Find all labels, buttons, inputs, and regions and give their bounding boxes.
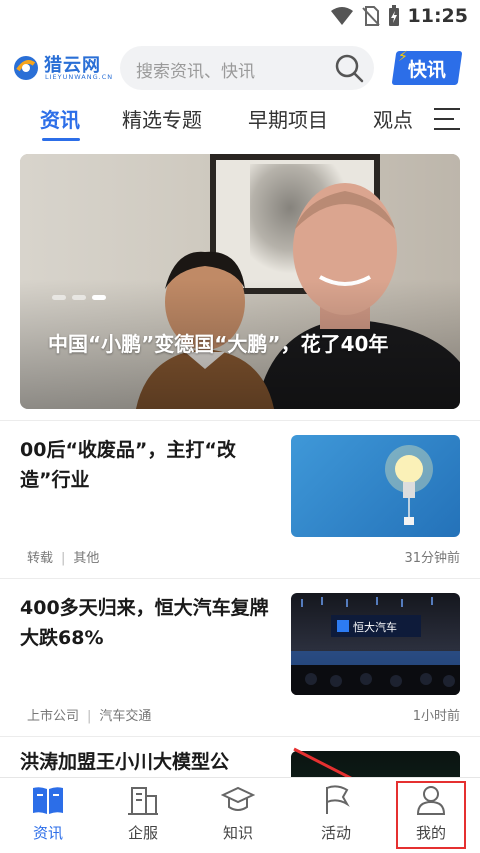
carousel-dots [52, 295, 106, 300]
news-tag: 汽车交通 [99, 709, 152, 724]
nav-zixun[interactable]: 资讯 [8, 784, 88, 843]
news-title[interactable]: 00后“收废品”，主打“改造”行业 [20, 435, 270, 495]
carousel-dot-active[interactable] [92, 295, 106, 300]
news-thumbnail-stage[interactable]: 恒大汽车 [291, 593, 460, 695]
carousel-dot[interactable] [52, 295, 66, 300]
battery-charging-icon [388, 5, 399, 26]
menu-icon[interactable] [432, 106, 462, 132]
news-tag: 其他 [73, 551, 100, 566]
tab-zixun[interactable]: 资讯 [40, 104, 80, 133]
news-item[interactable]: 洪涛加盟王小川大模型公 [0, 736, 480, 778]
status-time: 11:25 [407, 5, 468, 27]
news-title[interactable]: 洪涛加盟王小川大模型公 [20, 747, 270, 777]
lightbulb-icon [385, 445, 433, 525]
bolt-icon: ⚡ [398, 49, 408, 65]
nav-label: 资讯 [32, 824, 63, 842]
building-icon [128, 787, 158, 815]
tab-zaoqi[interactable]: 早期项目 [248, 104, 328, 133]
news-title[interactable]: 400多天归来，恒大汽车复牌大跌68% [20, 593, 270, 653]
header: 猎云网 LIEYUNWANG.CN 搜索资讯、快讯 快讯 ⚡ [0, 40, 480, 94]
news-time: 31分钟前 [404, 551, 460, 566]
nav-qifu[interactable]: 企服 [103, 784, 183, 843]
stage-image: 恒大汽车 [291, 597, 460, 695]
search-placeholder: 搜索资讯、快讯 [136, 62, 255, 82]
news-thumbnail-lightbulb[interactable] [291, 435, 460, 537]
wifi-icon [330, 7, 353, 25]
nav-label: 活动 [320, 824, 351, 842]
search-icon[interactable] [334, 53, 364, 83]
logo[interactable]: 猎云网 LIEYUNWANG.CN [12, 48, 116, 88]
news-meta: 转载 | 其他 [27, 551, 100, 566]
book-icon [33, 787, 63, 814]
logo-subtext: LIEYUNWANG.CN [45, 73, 114, 81]
carousel-dot[interactable] [72, 295, 86, 300]
tab-jingxuan[interactable]: 精选专题 [122, 104, 202, 133]
news-meta: 上市公司 | 汽车交通 [27, 709, 152, 724]
nav-label: 知识 [222, 824, 253, 842]
news-item[interactable]: 00后“收废品”，主打“改造”行业 转载 | 其他 31分钟前 [0, 420, 480, 578]
banner-carousel[interactable]: 中国“小鹏”变德国“大鹏”，花了40年 [20, 154, 460, 409]
category-tabs: 资讯 精选专题 早期项目 观点 [0, 96, 480, 144]
news-tag: 转载 [27, 551, 54, 566]
stage-sign-text: 恒大汽车 [353, 620, 397, 634]
annotation-highlight-box [396, 781, 466, 849]
banner-title[interactable]: 中国“小鹏”变德国“大鹏”，花了40年 [48, 328, 388, 357]
nav-zhishi[interactable]: 知识 [198, 784, 278, 843]
nav-label: 企服 [127, 824, 158, 842]
news-time: 1小时前 [412, 709, 460, 724]
tab-active-indicator [42, 138, 80, 141]
status-bar: 11:25 [0, 0, 480, 33]
nav-huodong[interactable]: 活动 [296, 784, 376, 843]
tab-guandian[interactable]: 观点 [373, 104, 413, 133]
no-sim-icon [361, 6, 380, 26]
status-icons: 11:25 [330, 5, 468, 27]
news-tag: 上市公司 [27, 709, 80, 724]
news-item[interactable]: 400多天归来，恒大汽车复牌大跌68% 恒大汽车 上市公司 | 汽车交通 1小时前 [0, 578, 480, 736]
logo-mark-icon [14, 56, 38, 80]
graduation-cap-icon [220, 786, 256, 811]
flag-icon [326, 785, 350, 814]
search-bar[interactable]: 搜索资讯、快讯 [120, 46, 374, 90]
